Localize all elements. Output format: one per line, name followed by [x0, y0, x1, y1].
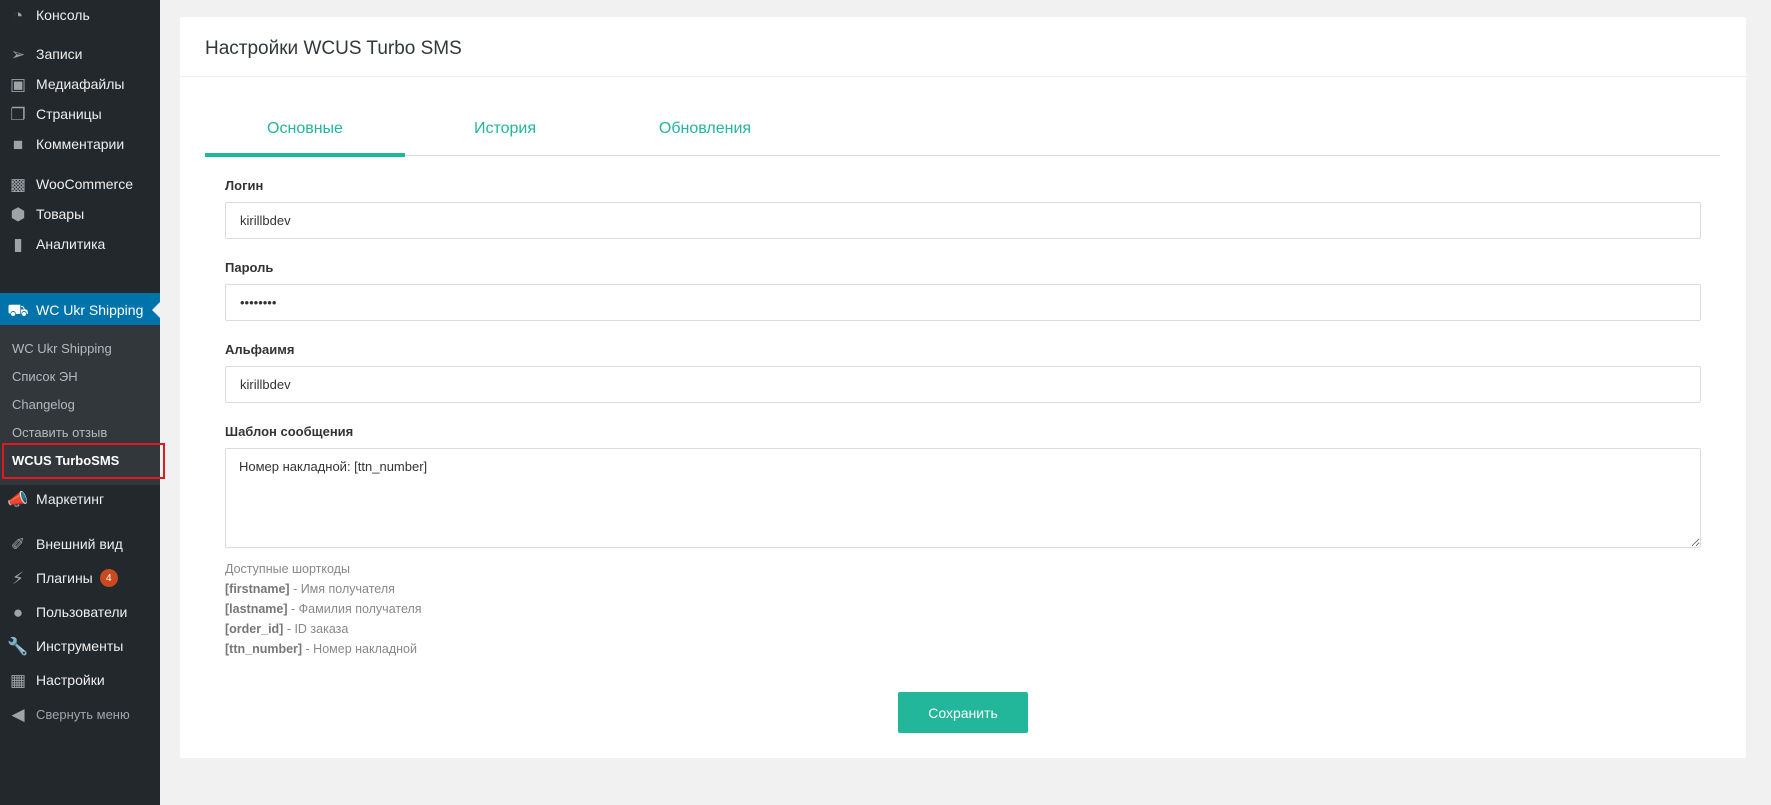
sidebar-item-label: Маркетинг: [36, 491, 105, 507]
shortcode-row: [firstname] - Имя получателя: [225, 579, 422, 599]
megaphone-icon: 📣: [7, 489, 29, 509]
shortcode-desc: - Фамилия получателя: [287, 602, 422, 616]
sidebar-item-label: Плагины: [36, 570, 93, 586]
active-tab-underline: [205, 153, 405, 157]
sidebar-item-users[interactable]: ● Пользователи: [0, 595, 160, 629]
shortcode-code: [firstname]: [225, 582, 290, 596]
submenu-item-wc-ukr-shipping[interactable]: WC Ukr Shipping: [12, 341, 112, 356]
shortcodes-title: Доступные шорткоды: [225, 562, 350, 576]
submenu-item-changelog[interactable]: Changelog: [12, 397, 75, 412]
settings-card: Настройки WCUS Turbo SMS Основные Истори…: [180, 17, 1746, 758]
sidebar-item-label: Пользователи: [36, 604, 128, 620]
user-icon: ●: [12, 602, 24, 622]
shortcode-code: [ttn_number]: [225, 642, 303, 656]
page-title: Настройки WCUS Turbo SMS: [205, 38, 462, 59]
shortcodes-help: Доступные шорткоды [firstname] - Имя пол…: [225, 559, 422, 659]
message-template-label: Шаблон сообщения: [225, 424, 354, 439]
save-button[interactable]: Сохранить: [898, 692, 1028, 733]
sidebar-item-label: Внешний вид: [36, 536, 123, 552]
sidebar-item-media[interactable]: ▣ Медиафайлы: [0, 67, 160, 101]
submenu-item-en-list[interactable]: Список ЭН: [12, 369, 78, 384]
sidebar-item-label: Инструменты: [36, 638, 124, 654]
password-label: Пароль: [225, 260, 274, 275]
alphaname-label: Альфаимя: [225, 342, 295, 357]
shortcode-desc: - Номер накладной: [302, 642, 417, 656]
sidebar-item-label: WC Ukr Shipping: [36, 302, 144, 318]
woo-icon: ▩: [9, 174, 27, 194]
tab-main[interactable]: Основные: [205, 120, 405, 138]
alphaname-input[interactable]: [225, 366, 1701, 403]
sidebar-item-plugins[interactable]: ⚡ Плагины 4: [0, 561, 160, 595]
sidebar-item-label: Комментарии: [36, 136, 125, 152]
plugins-update-badge: 4: [99, 569, 118, 587]
chart-icon: ▮: [13, 234, 23, 254]
sidebar-item-label: Записи: [36, 46, 83, 62]
shortcode-row: [order_id] - ID заказа: [225, 619, 422, 639]
settings-icon: ▦: [9, 670, 27, 690]
sidebar-item-label: Медиафайлы: [36, 76, 125, 92]
sidebar-item-comments[interactable]: ■ Комментарии: [0, 127, 160, 161]
shortcode-desc: - ID заказа: [283, 622, 349, 636]
sidebar-item-label: Свернуть меню: [36, 706, 130, 722]
sidebar-item-appearance[interactable]: ✐ Внешний вид: [0, 527, 160, 561]
shortcode-code: [lastname]: [225, 602, 288, 616]
active-arrow: [152, 302, 160, 318]
sidebar-item-woocommerce[interactable]: ▩ WooCommerce: [0, 167, 160, 201]
media-icon: ▣: [9, 74, 27, 94]
login-label: Логин: [225, 178, 264, 193]
tabs-divider: [205, 155, 1720, 156]
shortcode-row: [lastname] - Фамилия получателя: [225, 599, 422, 619]
sidebar-item-settings[interactable]: ▦ Настройки: [0, 663, 160, 697]
dashboard-icon: ◔: [12, 5, 24, 25]
highlight-box: [2, 443, 165, 479]
header-divider: [180, 76, 1746, 77]
shortcode-code: [order_id]: [225, 622, 284, 636]
sidebar-item-pages[interactable]: ❐ Страницы: [0, 97, 160, 131]
wrench-icon: 🔧: [7, 636, 29, 656]
sidebar-item-label: Товары: [36, 206, 85, 222]
sidebar-item-label: Консоль: [36, 7, 90, 23]
sidebar-item-label: Настройки: [36, 672, 105, 688]
shortcode-row: [ttn_number] - Номер накладной: [225, 639, 422, 659]
password-input[interactable]: [225, 284, 1701, 321]
box-icon: ⬢: [10, 204, 26, 224]
tab-updates[interactable]: Обновления: [605, 120, 805, 138]
sidebar-item-label: Страницы: [36, 106, 102, 122]
message-template-textarea[interactable]: Номер накладной: [ttn_number]: [225, 448, 1701, 548]
plug-icon: ⚡: [12, 568, 24, 588]
submenu-item-leave-review[interactable]: Оставить отзыв: [12, 425, 107, 440]
sidebar-item-analytics[interactable]: ▮ Аналитика: [0, 227, 160, 261]
brush-icon: ✐: [10, 534, 26, 554]
sidebar-item-label: WooCommerce: [36, 176, 133, 192]
sidebar-item-label: Аналитика: [36, 236, 106, 252]
pages-icon: ❐: [10, 104, 26, 124]
sidebar-item-products[interactable]: ⬢ Товары: [0, 197, 160, 231]
comment-icon: ■: [12, 134, 24, 154]
collapse-icon: ◀: [11, 704, 25, 724]
truck-icon: ⛟: [7, 300, 29, 320]
tab-history[interactable]: История: [405, 120, 605, 138]
admin-sidebar: ◔ Консоль ➢ Записи ▣ Медиафайлы ❐ Страни…: [0, 0, 165, 805]
sidebar-item-posts[interactable]: ➢ Записи: [0, 37, 160, 71]
sidebar-item-wc-ukr-shipping[interactable]: ⛟ WC Ukr Shipping: [0, 293, 160, 327]
shortcode-desc: - Имя получателя: [289, 582, 395, 596]
sidebar-collapse-menu[interactable]: ◀ Свернуть меню: [0, 697, 160, 731]
sidebar-item-tools[interactable]: 🔧 Инструменты: [0, 629, 160, 663]
sidebar-item-console[interactable]: ◔ Консоль: [0, 0, 160, 32]
login-input[interactable]: [225, 202, 1701, 239]
pin-icon: ➢: [10, 44, 26, 64]
sidebar-item-marketing[interactable]: 📣 Маркетинг: [0, 482, 160, 516]
